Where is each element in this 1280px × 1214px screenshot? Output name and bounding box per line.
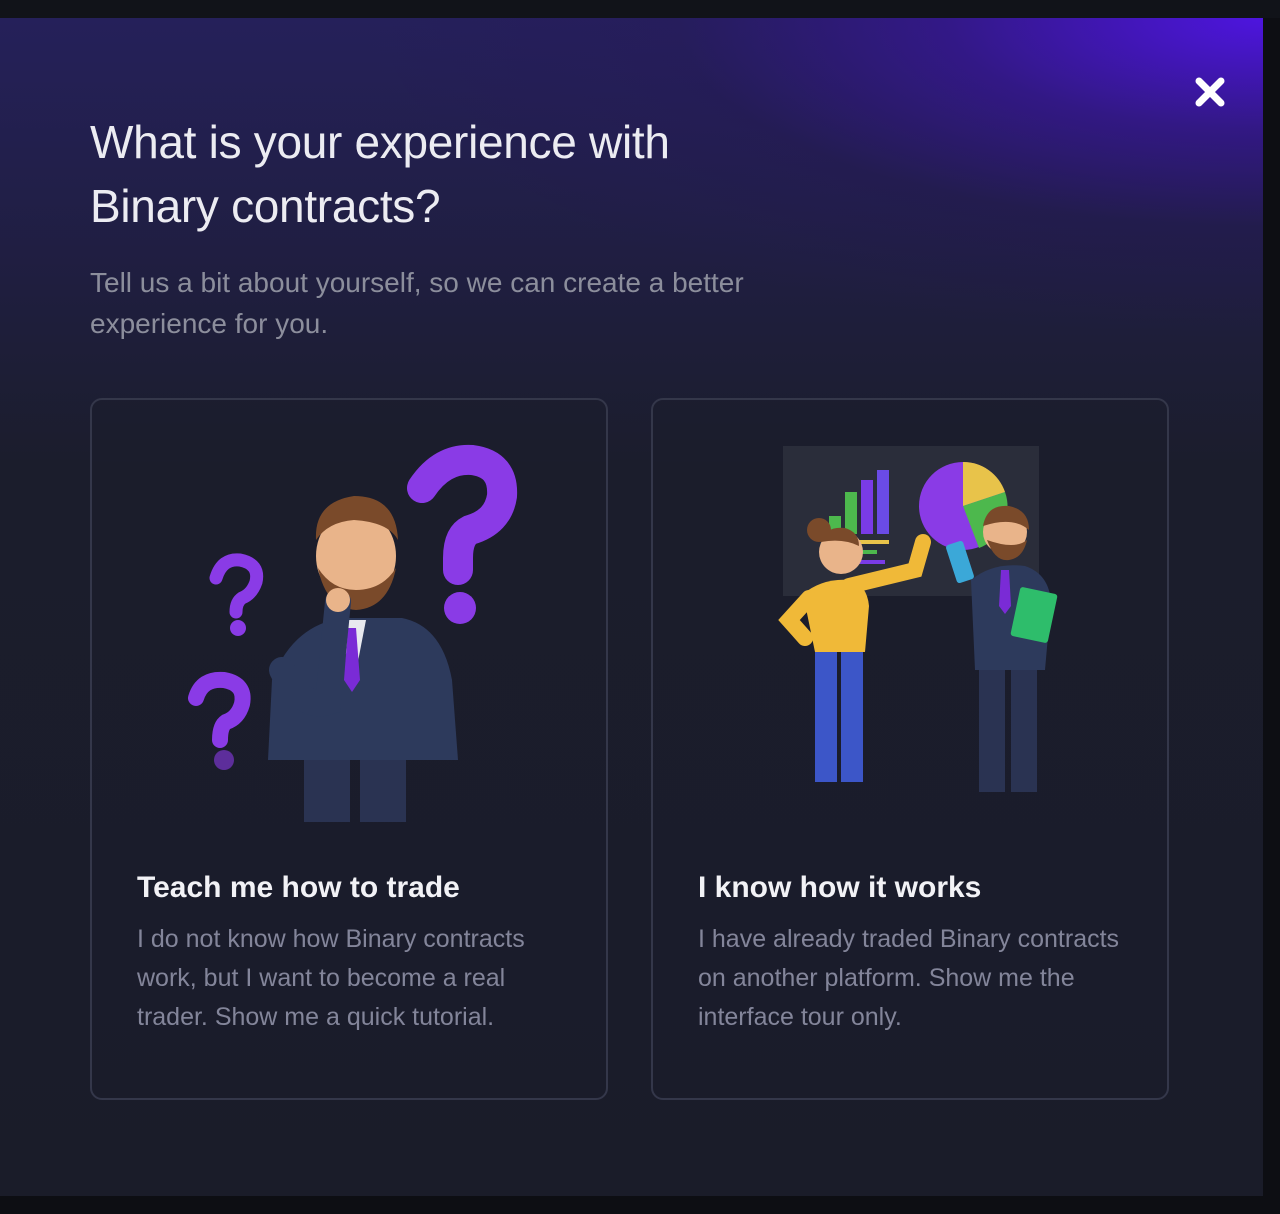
dialog-subtitle-line2: experience for you. [90, 308, 329, 339]
question-mark-icon [407, 444, 518, 585]
option-card-teach-me[interactable]: Teach me how to trade I do not know how … [90, 398, 608, 1100]
experience-dialog: What is your experience with Binary cont… [0, 18, 1263, 1196]
dialog-title-line2: Binary contracts? [90, 180, 441, 232]
option-description: I do not know how Binary contracts work,… [137, 925, 525, 1031]
bottom-strip [0, 1196, 1280, 1214]
presentation-charts-illustration [778, 446, 1058, 792]
dialog-title: What is your experience with Binary cont… [90, 110, 890, 238]
option-description: I have already traded Binary contracts o… [698, 925, 1120, 1031]
dialog-subtitle-line1: Tell us a bit about yourself, so we can … [90, 267, 744, 298]
option-title: I know how it works [698, 871, 982, 904]
option-title: Teach me how to trade [137, 871, 460, 904]
option-card-know-how[interactable]: I know how it works I have already trade… [651, 398, 1169, 1100]
right-strip [1263, 18, 1280, 1214]
dialog-subtitle: Tell us a bit about yourself, so we can … [90, 262, 890, 344]
close-button[interactable] [1192, 74, 1228, 110]
dialog-title-line1: What is your experience with [90, 116, 670, 168]
confused-man-question-marks-illustration [188, 444, 518, 822]
top-strip [0, 0, 1280, 18]
close-icon [1195, 77, 1225, 107]
